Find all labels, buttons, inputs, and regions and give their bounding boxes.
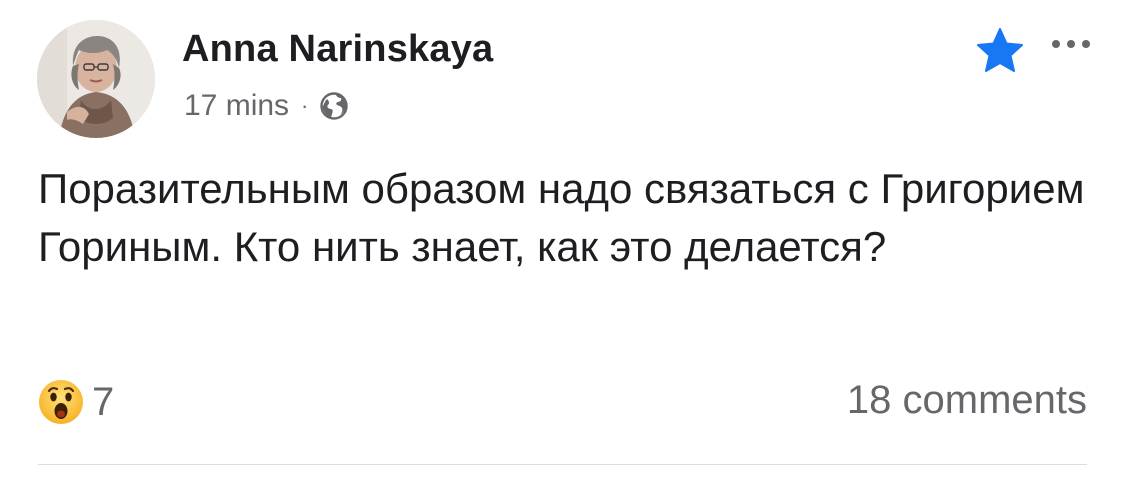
more-dot <box>1052 40 1060 48</box>
reactions-summary[interactable]: 7 <box>38 376 114 428</box>
more-options-icon[interactable] <box>1052 36 1090 52</box>
reaction-count: 7 <box>92 379 115 424</box>
post-meta: 17 mins · <box>184 88 350 124</box>
post-timestamp[interactable]: 17 mins <box>184 89 289 123</box>
comments-count-link[interactable]: 18 comments <box>847 378 1087 423</box>
author-avatar[interactable] <box>37 20 155 138</box>
meta-separator: · <box>301 93 309 118</box>
author-name[interactable]: Anna Narinskaya <box>182 28 493 71</box>
more-dot <box>1067 40 1075 48</box>
divider <box>38 464 1087 465</box>
wow-reaction-icon <box>38 379 84 425</box>
globe-icon[interactable] <box>318 90 350 122</box>
more-dot <box>1082 40 1090 48</box>
favorite-star-icon[interactable] <box>972 26 1028 74</box>
post-body-text: Поразительным образом надо связаться с Г… <box>38 165 1085 270</box>
